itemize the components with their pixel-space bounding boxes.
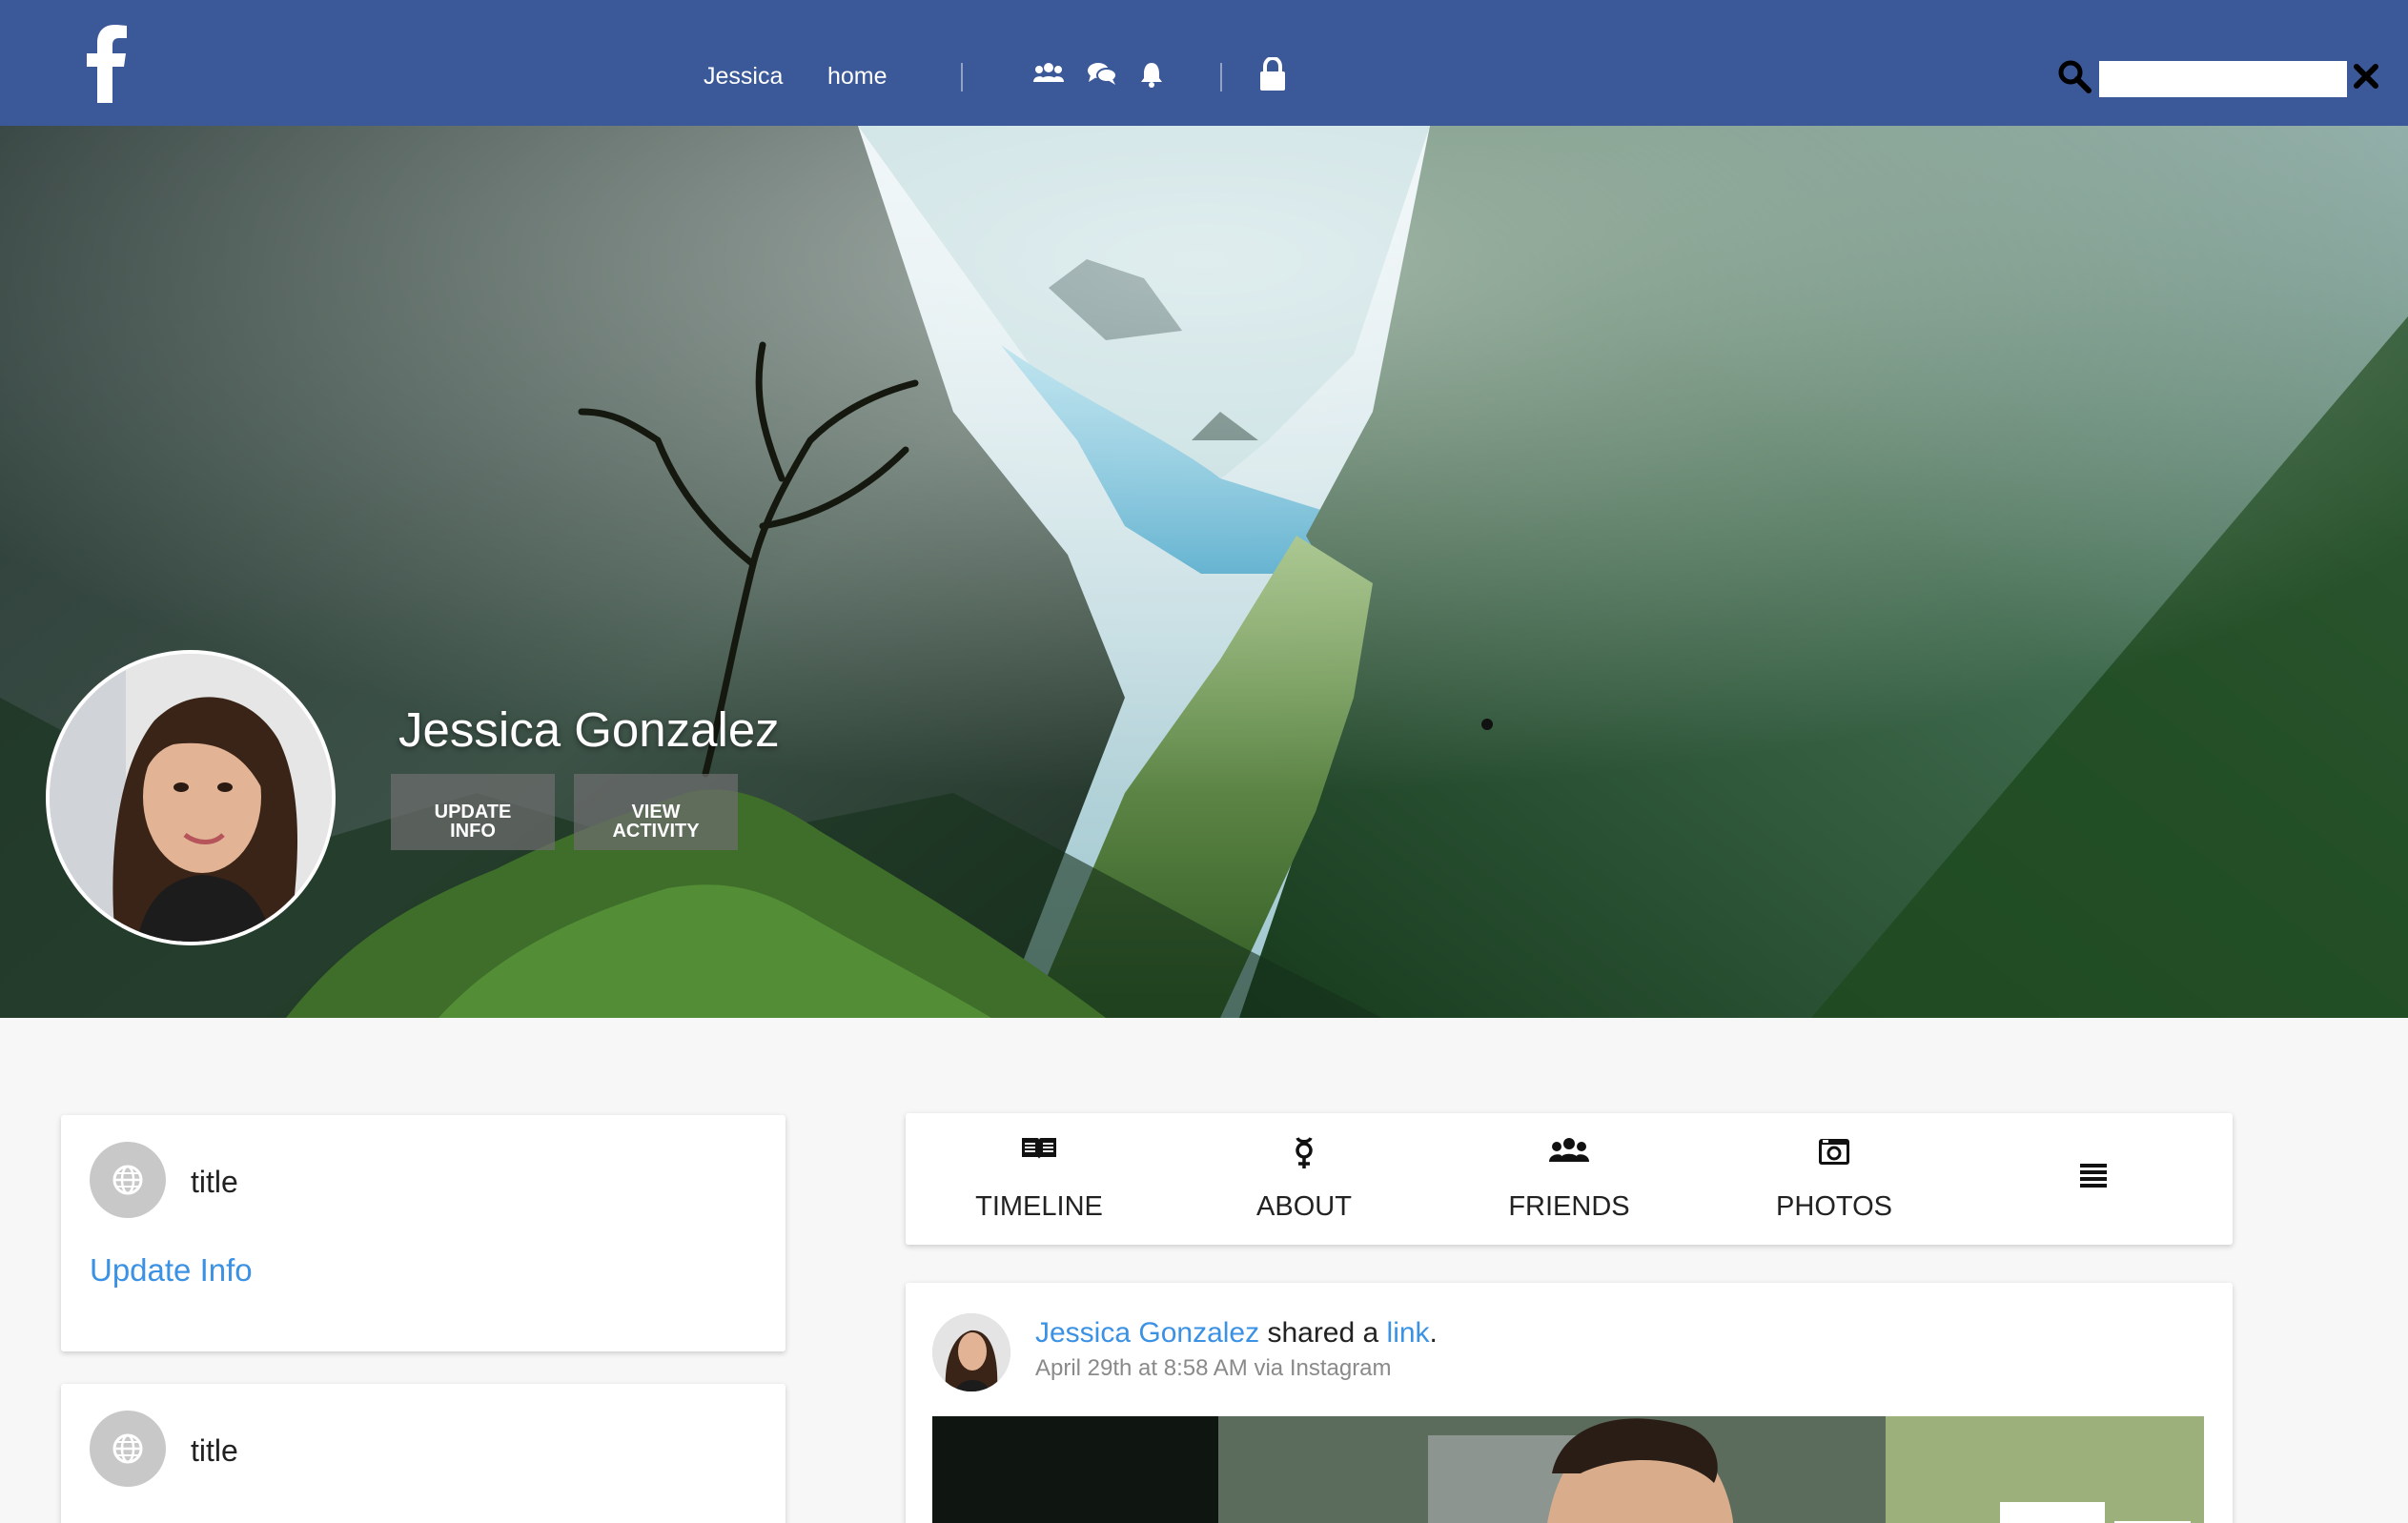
profile-photo-image (50, 654, 332, 942)
timeline-post: Jessica Gonzalez shared a link. April 29… (906, 1283, 2233, 1523)
view-activity-button[interactable]: VIEW ACTIVITY (574, 774, 738, 850)
nav-divider (961, 63, 963, 91)
info-card: title Update Info (61, 1115, 786, 1351)
search-icon[interactable] (2057, 59, 2092, 93)
info-card-title: title (191, 1433, 238, 1468)
chat-icon[interactable] (1087, 61, 1117, 86)
post-timestamp: April 29th at 8:58 AM via Instagram (1035, 1355, 1392, 1381)
friends-icon (1549, 1138, 1589, 1162)
tab-friends[interactable]: FRIENDS (1474, 1113, 1664, 1245)
search-input[interactable] (2099, 61, 2347, 97)
cover-photo: Jessica Gonzalez UPDATE INFO VIEW ACTIVITY (0, 126, 2408, 1018)
profile-tabs: TIMELINE ABOUT FRIENDS PHOTOS (906, 1113, 2233, 1245)
profile-name: Jessica Gonzalez (398, 702, 780, 757)
cover-landscape-image (0, 126, 2408, 1018)
nav-link-profile[interactable]: Jessica (704, 63, 783, 91)
post-author-link[interactable]: Jessica Gonzalez (1035, 1317, 1259, 1349)
camera-icon (1819, 1139, 1849, 1165)
post-period: . (1429, 1317, 1438, 1349)
post-image[interactable] (932, 1416, 2204, 1523)
facebook-logo-icon[interactable] (84, 21, 130, 103)
friends-icon[interactable] (1033, 61, 1064, 84)
book-icon (1022, 1138, 1056, 1159)
nav-link-home[interactable]: home (827, 63, 888, 91)
tab-label: FRIENDS (1508, 1191, 1630, 1222)
globe-icon (90, 1142, 166, 1218)
bell-icon[interactable] (1140, 61, 1163, 88)
post-shared-link[interactable]: link (1387, 1317, 1430, 1349)
menu-icon[interactable] (2078, 1161, 2109, 1191)
nav-divider (1220, 63, 1222, 91)
update-info-button[interactable]: UPDATE INFO (391, 774, 555, 850)
post-author-avatar[interactable] (932, 1313, 1010, 1391)
lock-icon[interactable] (1258, 57, 1287, 91)
gender-icon (1296, 1137, 1313, 1168)
tab-label: PHOTOS (1776, 1191, 1892, 1222)
update-info-link[interactable]: Update Info (90, 1252, 253, 1289)
close-icon[interactable] (2353, 63, 2379, 90)
tab-about[interactable]: ABOUT (1209, 1113, 1399, 1245)
post-action-text: shared a (1259, 1317, 1387, 1349)
info-card: title (61, 1384, 786, 1523)
info-card-title: title (191, 1165, 238, 1199)
tab-label: TIMELINE (975, 1191, 1103, 1222)
tab-photos[interactable]: PHOTOS (1739, 1113, 1929, 1245)
profile-avatar[interactable] (46, 650, 336, 945)
post-headline: Jessica Gonzalez shared a link. (1035, 1317, 1438, 1350)
tab-label: ABOUT (1256, 1191, 1352, 1222)
tab-timeline[interactable]: TIMELINE (944, 1113, 1134, 1245)
top-navbar: Jessica home (0, 0, 2408, 126)
globe-icon (90, 1411, 166, 1487)
